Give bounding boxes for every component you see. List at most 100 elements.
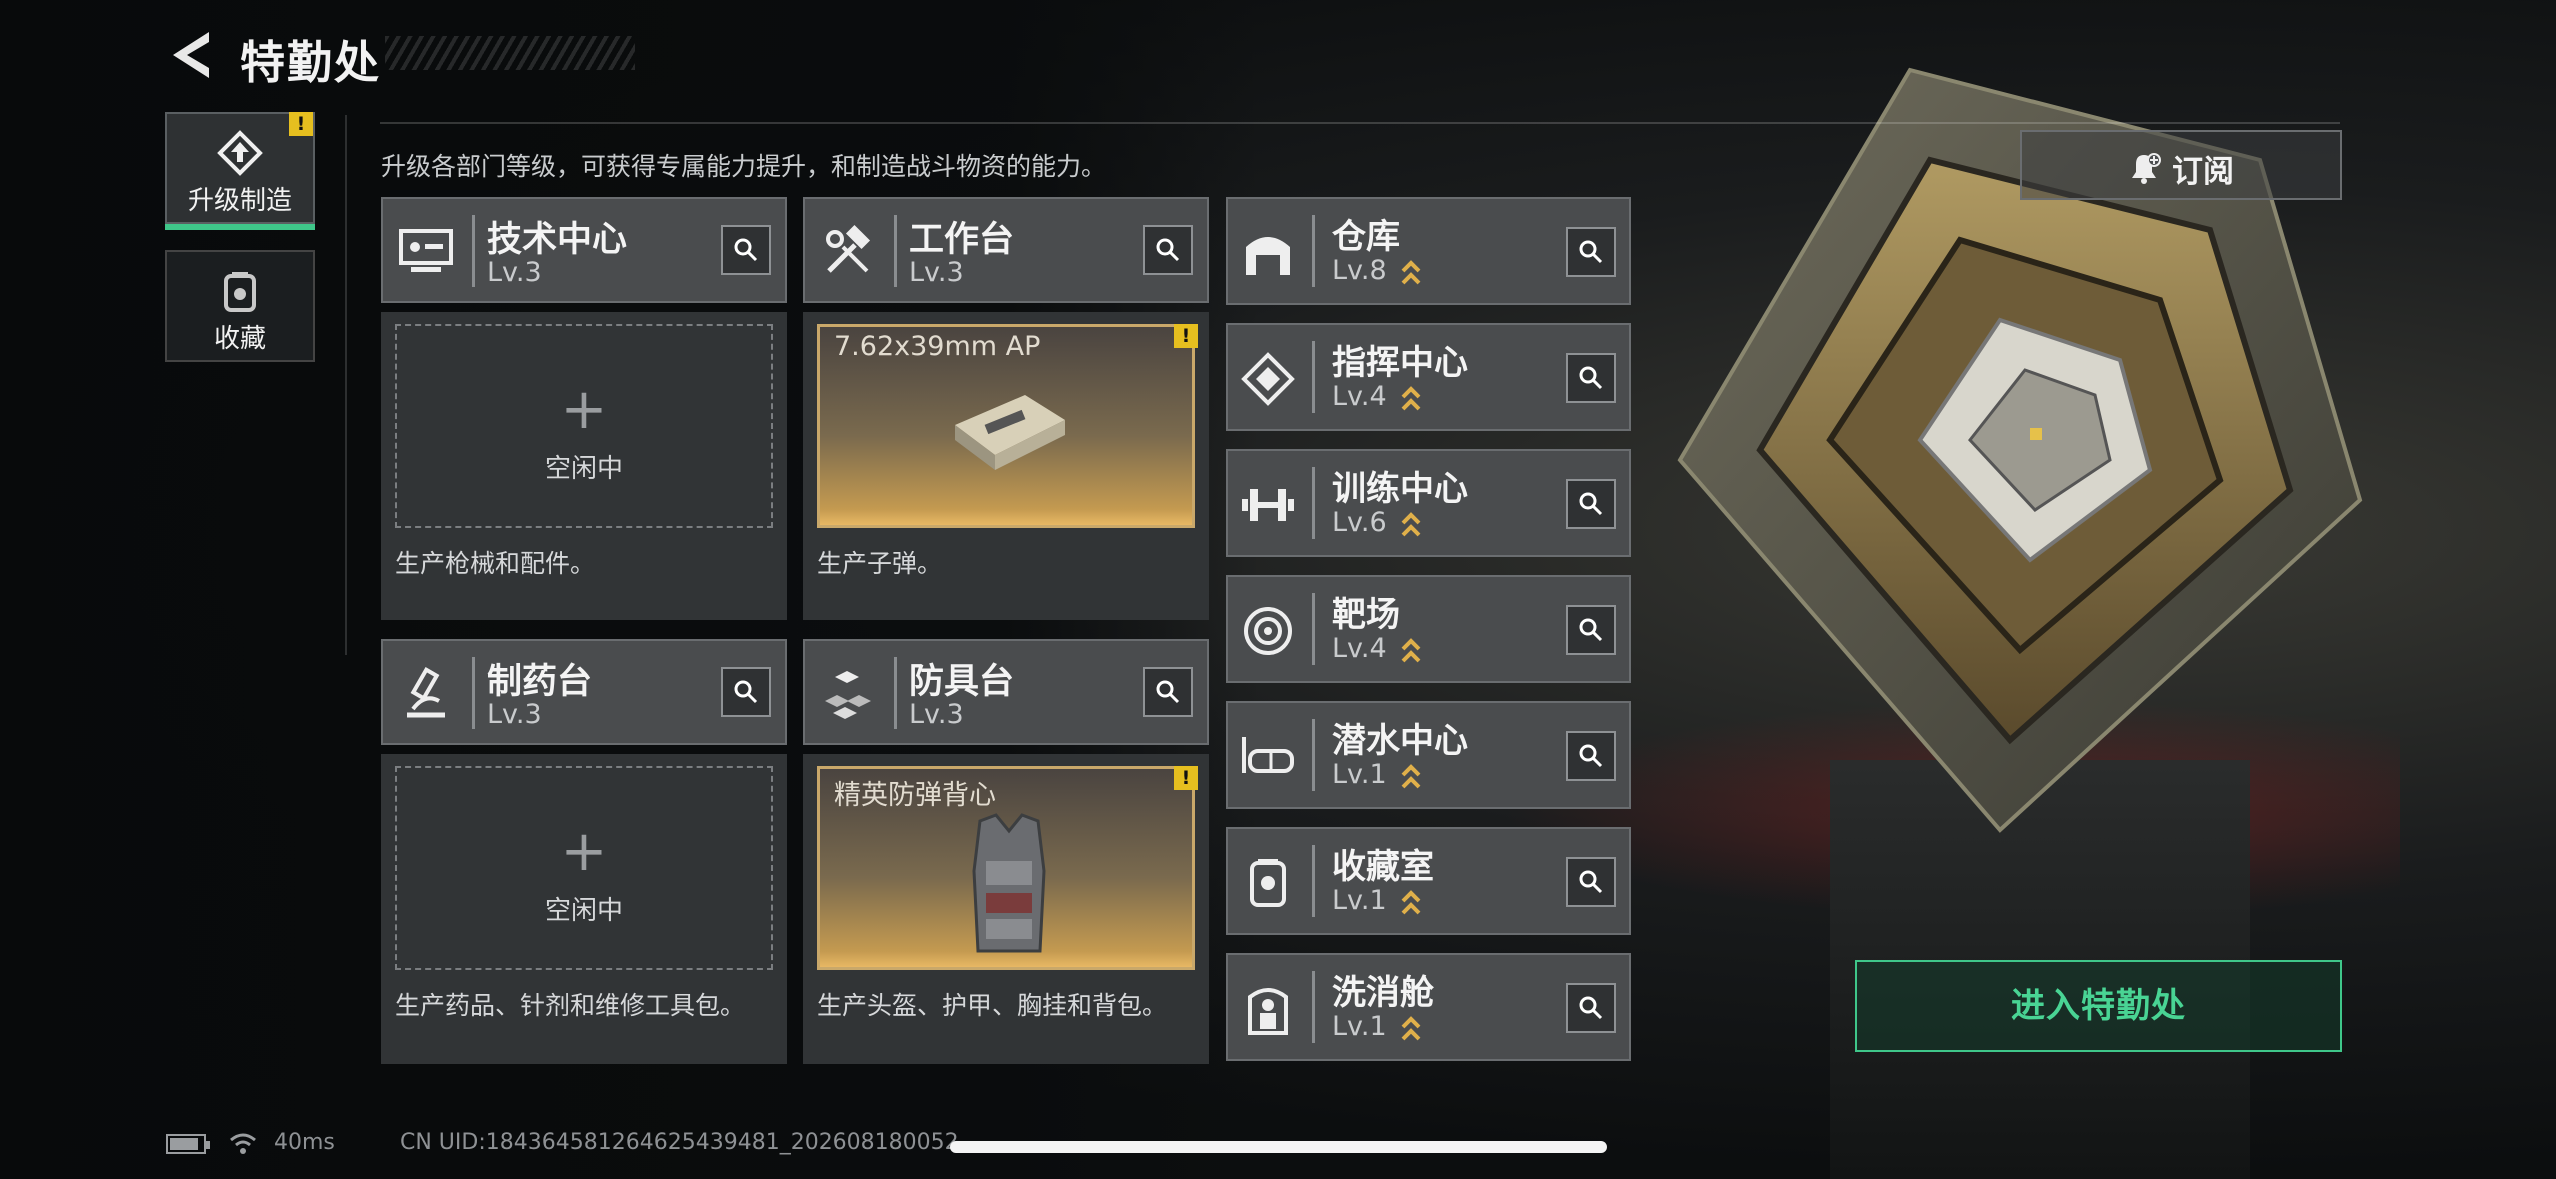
workshop-body-armor-bench: 精英防弹背心 ! 生产头盔、护甲、胸挂和背包。	[803, 754, 1209, 1064]
upgrade-manufacture-icon	[217, 130, 263, 176]
title-decoration	[385, 36, 635, 70]
warning-badge: !	[289, 112, 313, 136]
nav-item-label: 升级制造	[187, 186, 292, 216]
card-separator	[1312, 971, 1315, 1043]
user-uid: CN UID:1843645812646254394​81_2026081800…	[400, 1130, 959, 1155]
card-separator	[1312, 593, 1315, 665]
workshop-body-workbench: 7.62x39mm AP ! 生产子弹。	[803, 312, 1209, 620]
department-warehouse[interactable]: 仓库 Lv.8	[1226, 197, 1631, 305]
idle-label: 空闲中	[544, 896, 623, 926]
department-diving-center[interactable]: 潜水中心 Lv.1	[1226, 701, 1631, 809]
card-separator	[1312, 215, 1315, 287]
search-button[interactable]	[1566, 605, 1616, 655]
search-button[interactable]	[1566, 983, 1616, 1033]
search-icon	[1579, 366, 1603, 390]
workshop-name: 防具台	[909, 662, 1015, 702]
workshop-name: 工作台	[909, 220, 1015, 260]
workshop-header-armor-bench[interactable]: 防具台 Lv.3	[803, 639, 1209, 745]
search-icon	[734, 238, 758, 262]
workshop-name: 制药台	[487, 662, 593, 702]
search-button[interactable]	[1566, 731, 1616, 781]
tech-center-icon	[399, 229, 453, 272]
department-training-center[interactable]: 训练中心 Lv.6	[1226, 449, 1631, 557]
nav-item-upgrade-manufacture[interactable]: 升级制造 !	[165, 112, 315, 230]
product-name: 7.62x39mm AP	[834, 331, 1041, 362]
collection-icon	[224, 272, 256, 312]
card-separator	[1312, 719, 1315, 791]
search-button[interactable]	[1566, 353, 1616, 403]
level-up-arrow-icon	[1401, 638, 1421, 663]
search-button[interactable]	[721, 667, 771, 717]
workshop-name: 技术中心	[487, 220, 628, 260]
department-level: Lv.1	[1332, 885, 1387, 916]
level-up-arrow-icon	[1401, 260, 1421, 285]
ammo-box-image	[955, 395, 1065, 470]
subscribe-button[interactable]: 订阅	[2020, 130, 2342, 200]
enter-button-label: 进入特勤处	[2011, 986, 2186, 1026]
workshop-header-tech-center[interactable]: 技术中心 Lv.3	[381, 197, 787, 303]
workshop-header-workbench[interactable]: 工作台 Lv.3	[803, 197, 1209, 303]
warehouse-icon	[1246, 237, 1290, 275]
back-arrow-icon[interactable]	[165, 28, 219, 82]
training-center-icon	[1242, 489, 1294, 521]
workbench-icon	[826, 224, 871, 273]
idle-slot[interactable]: + 空闲中	[395, 766, 773, 970]
nav-item-label: 收藏	[213, 324, 266, 354]
command-center-icon	[1241, 352, 1295, 406]
idle-label: 空闲中	[544, 454, 623, 484]
department-collection-room[interactable]: 收藏室 Lv.1	[1226, 827, 1631, 935]
workshop-header-pharmacy[interactable]: 制药台 Lv.3	[381, 639, 787, 745]
header-separator	[894, 657, 897, 729]
search-icon	[734, 680, 758, 704]
card-separator	[1312, 467, 1315, 539]
department-name: 训练中心	[1332, 469, 1468, 509]
network-latency: 40ms	[274, 1130, 335, 1155]
search-icon	[1579, 996, 1603, 1020]
search-button[interactable]	[1143, 667, 1193, 717]
search-button[interactable]	[721, 225, 771, 275]
wifi-icon	[230, 1133, 256, 1154]
department-name: 指挥中心	[1332, 343, 1468, 383]
search-button[interactable]	[1566, 227, 1616, 277]
workshop-level: Lv.3	[909, 257, 964, 288]
armor-bench-icon	[825, 671, 871, 719]
workshop-body-pharmacy: + 空闲中 生产药品、针剂和维修工具包。	[381, 754, 787, 1064]
nav-item-collection[interactable]: 收藏	[165, 250, 315, 362]
production-slot[interactable]: 精英防弹背心 !	[817, 766, 1198, 970]
search-button[interactable]	[1143, 225, 1193, 275]
level-up-arrow-icon	[1401, 764, 1421, 789]
workshop-body-tech-center: + 空闲中 生产枪械和配件。	[381, 312, 787, 620]
department-level: Lv.1	[1332, 759, 1387, 790]
page-subtitle: 升级各部门等级，可获得专属能力提升，和制造战斗物资的能力。	[381, 152, 1107, 181]
shooting-range-icon	[1244, 607, 1292, 655]
department-shooting-range[interactable]: 靶场 Lv.4	[1226, 575, 1631, 683]
header-separator	[472, 657, 475, 729]
armor-vest-image	[972, 813, 1046, 953]
department-level: Lv.6	[1332, 507, 1387, 538]
idle-slot[interactable]: + 空闲中	[395, 324, 773, 528]
search-button[interactable]	[1566, 857, 1616, 907]
add-icon: +	[560, 377, 608, 442]
subscribe-label: 订阅	[2172, 154, 2234, 190]
header-separator	[472, 215, 475, 287]
card-separator	[1312, 845, 1315, 917]
enter-special-ops-button[interactable]: 进入特勤处	[1855, 960, 2342, 1052]
level-up-arrow-icon	[1401, 890, 1421, 915]
battery-icon	[166, 1134, 210, 1154]
department-command-center[interactable]: 指挥中心 Lv.4	[1226, 323, 1631, 431]
department-level: Lv.4	[1332, 633, 1387, 664]
warning-badge: !	[1174, 324, 1198, 348]
bell-icon	[2132, 153, 2161, 184]
search-icon	[1579, 870, 1603, 894]
card-separator	[1312, 341, 1315, 413]
workshop-description: 生产头盔、护甲、胸挂和背包。	[817, 991, 1168, 1020]
department-decontamination[interactable]: 洗消舱 Lv.1	[1226, 953, 1631, 1061]
workshop-description: 生产枪械和配件。	[395, 549, 596, 578]
warning-badge: !	[1174, 766, 1198, 790]
add-icon: +	[560, 819, 608, 884]
home-indicator[interactable]	[950, 1141, 1607, 1153]
production-slot[interactable]: 7.62x39mm AP !	[817, 324, 1198, 528]
department-name: 收藏室	[1332, 847, 1434, 887]
search-button[interactable]	[1566, 479, 1616, 529]
department-level: Lv.4	[1332, 381, 1387, 412]
